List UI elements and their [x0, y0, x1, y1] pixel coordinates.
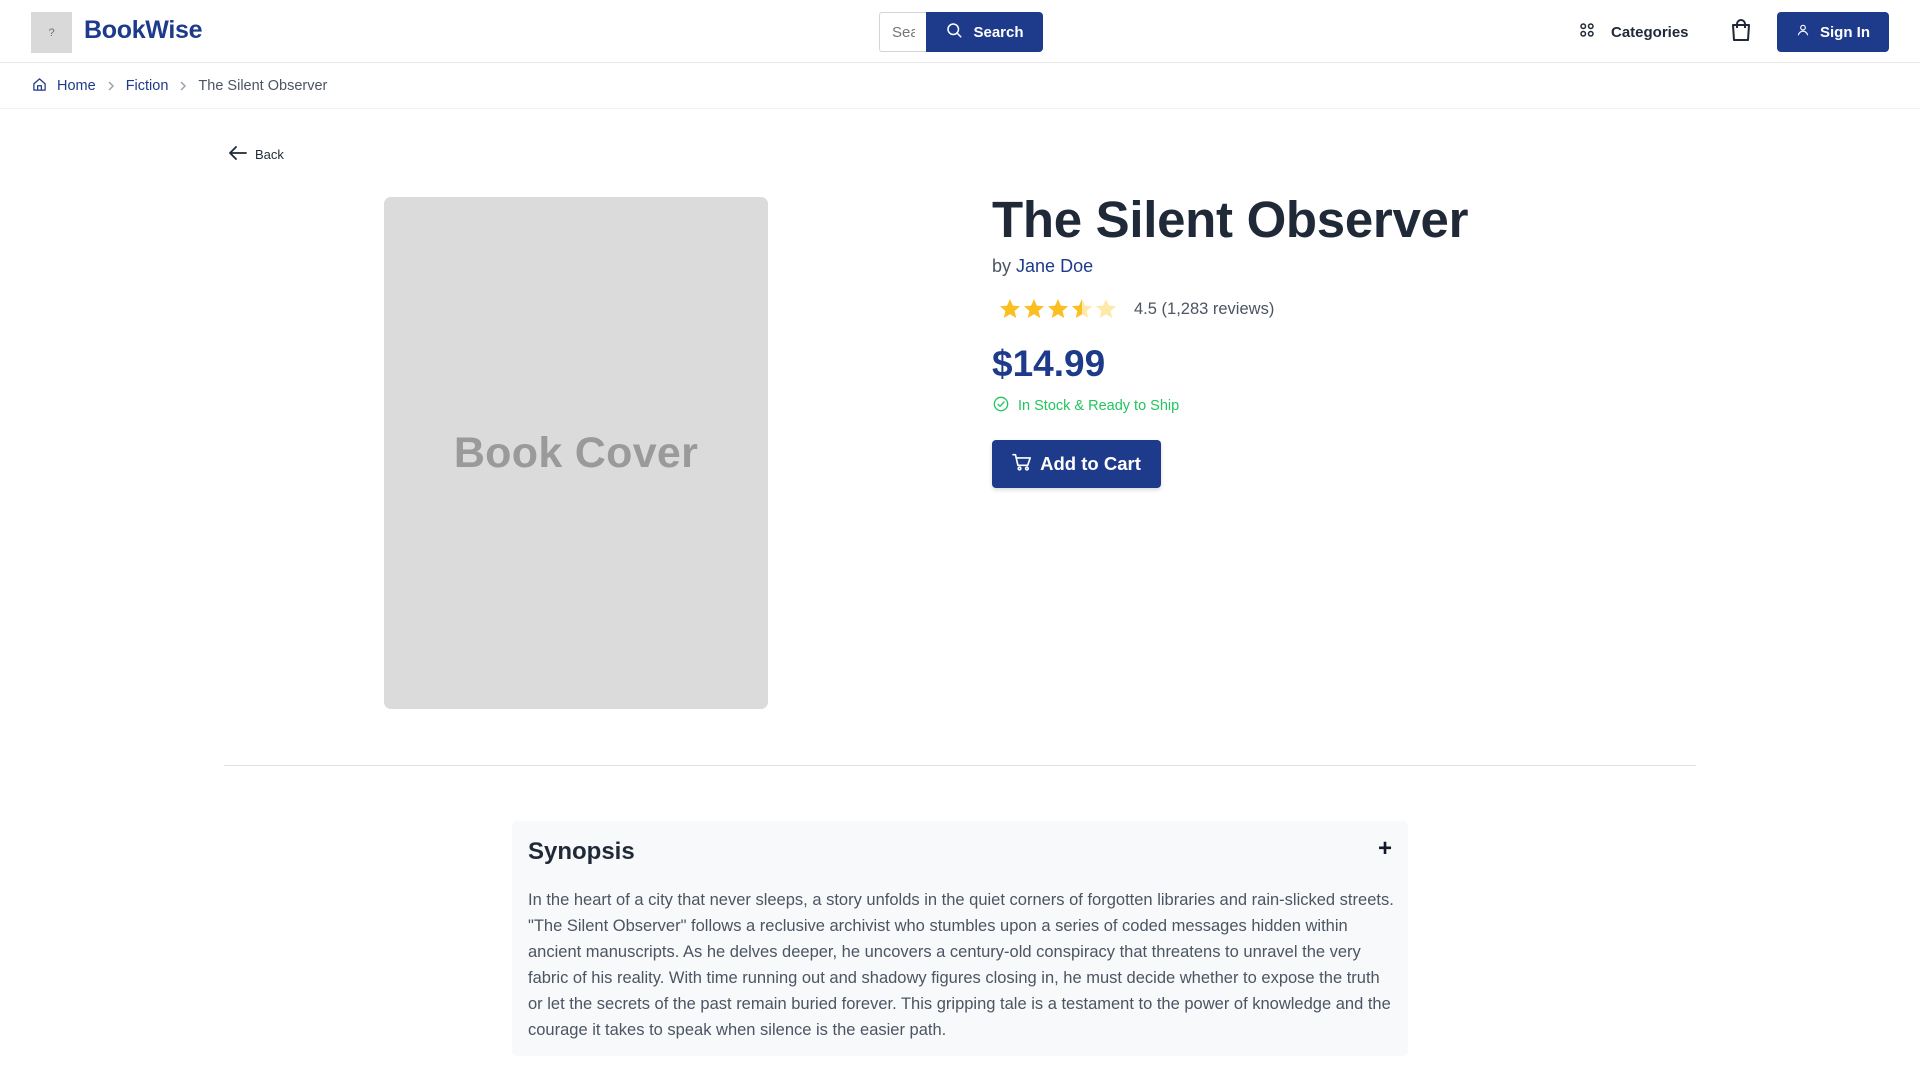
breadcrumb-home-label: Home — [57, 78, 96, 94]
breadcrumb-current: The Silent Observer — [198, 78, 328, 94]
synopsis-text: In the heart of a city that never sleeps… — [528, 891, 1394, 1039]
star-icon — [1048, 299, 1068, 318]
top-header: ? BookWise Search Categories Sign In — [0, 0, 1920, 63]
user-icon — [1796, 22, 1810, 42]
book-price: $14.99 — [992, 343, 1106, 384]
arrow-left-icon — [229, 146, 247, 163]
cart-icon — [1012, 453, 1032, 476]
synopsis-heading[interactable]: Synopsis — [528, 838, 635, 866]
by-prefix: by — [992, 256, 1012, 276]
section-divider — [224, 765, 1696, 766]
star-icon — [1000, 299, 1020, 318]
book-title: The Silent Observer — [992, 191, 1469, 248]
search-input[interactable] — [879, 12, 927, 52]
rating: 4.5 (1,283 reviews) — [998, 296, 1274, 322]
breadcrumb-divider — [0, 108, 1920, 109]
stock-status: In Stock & Ready to Ship — [993, 396, 1179, 416]
breadcrumb-home[interactable]: Home — [32, 77, 96, 96]
synopsis-panel: Synopsis + In the heart of a city that n… — [512, 821, 1408, 1056]
shopping-bag-icon — [1730, 18, 1752, 47]
star-icon — [1024, 299, 1044, 318]
book-cover-placeholder: Book Cover — [453, 428, 699, 477]
breadcrumb-fiction[interactable]: Fiction — [126, 78, 169, 94]
author-line: by Jane Doe — [992, 256, 1093, 277]
shopping-bag-button[interactable] — [1728, 18, 1754, 46]
sign-in-label: Sign In — [1820, 23, 1870, 41]
add-to-cart-button[interactable]: Add to Cart — [992, 440, 1161, 488]
grid-icon — [1578, 21, 1596, 43]
categories-button[interactable]: Categories — [1578, 18, 1689, 46]
synopsis-toggle-button[interactable]: + — [1378, 837, 1392, 861]
star-rating — [998, 297, 1118, 321]
breadcrumb: Home Fiction The Silent Observer — [32, 76, 327, 96]
back-label: Back — [255, 147, 284, 162]
home-icon — [32, 77, 47, 96]
search-button-label: Search — [973, 23, 1024, 41]
back-button[interactable]: Back — [229, 146, 284, 163]
brand-name[interactable]: BookWise — [84, 16, 203, 45]
star-empty-icon — [1096, 299, 1116, 318]
stock-text: In Stock & Ready to Ship — [1018, 398, 1180, 414]
search-icon — [945, 21, 963, 43]
chevron-right-icon — [178, 81, 188, 91]
check-circle-icon — [993, 396, 1009, 416]
categories-label: Categories — [1611, 23, 1689, 41]
search-button[interactable]: Search — [926, 12, 1043, 52]
author-link[interactable]: Jane Doe — [1016, 256, 1093, 276]
add-to-cart-label: Add to Cart — [1040, 453, 1141, 474]
logo-image[interactable]: ? — [31, 12, 72, 53]
book-cover-image: Book Cover — [384, 197, 768, 709]
rating-text: 4.5 (1,283 reviews) — [1134, 299, 1275, 318]
sign-in-button[interactable]: Sign In — [1777, 12, 1889, 52]
logo-placeholder-glyph: ? — [48, 26, 55, 39]
star-half-icon — [1072, 299, 1092, 318]
chevron-right-icon — [106, 81, 116, 91]
